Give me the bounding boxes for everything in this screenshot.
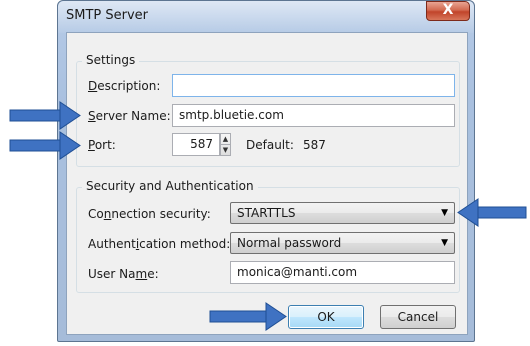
security-legend: Security and Authentication <box>82 179 258 193</box>
server-name-label: Server Name: <box>88 109 171 123</box>
close-icon: X <box>442 2 454 18</box>
spin-down-icon[interactable]: ▼ <box>221 144 230 155</box>
connection-security-label: Connection security: <box>88 207 211 221</box>
description-label: Description: <box>88 79 161 93</box>
auth-method-label: Authentication method: <box>88 237 231 251</box>
spin-up-icon[interactable]: ▲ <box>221 134 230 144</box>
description-field[interactable] <box>172 74 455 97</box>
port-default-label: Default: <box>246 138 294 152</box>
connection-security-select[interactable]: STARTTLS ▼ <box>230 202 455 224</box>
settings-legend: Settings <box>82 53 140 67</box>
port-stepper[interactable]: ▲ ▼ <box>220 133 231 156</box>
chevron-down-icon: ▼ <box>441 208 448 218</box>
user-name-field[interactable]: monica@manti.com <box>230 261 455 284</box>
auth-method-select[interactable]: Normal password ▼ <box>230 232 455 254</box>
port-field[interactable]: 587 <box>172 133 220 156</box>
user-name-label: User Name: <box>88 267 159 281</box>
window-title: SMTP Server <box>66 8 149 23</box>
server-name-field[interactable]: smtp.bluetie.com <box>172 104 455 127</box>
chevron-down-icon: ▼ <box>441 238 448 248</box>
ok-button[interactable]: OK <box>288 305 364 329</box>
cancel-button[interactable]: Cancel <box>380 305 456 329</box>
port-default-value: 587 <box>303 138 326 152</box>
port-label: Port: <box>88 138 116 152</box>
close-button[interactable]: X <box>426 1 470 21</box>
